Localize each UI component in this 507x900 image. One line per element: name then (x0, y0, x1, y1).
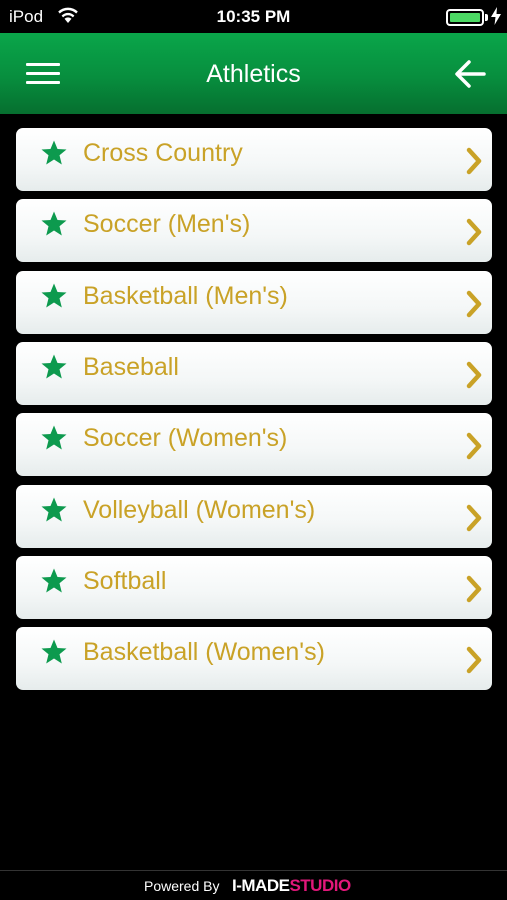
sport-label: Soccer (Men's) (83, 210, 251, 238)
star-icon (41, 140, 67, 165)
sport-list-item[interactable]: Softball (16, 556, 492, 619)
chevron-right-icon (466, 147, 482, 175)
sport-list-item[interactable]: Basketball (Men's) (16, 271, 492, 334)
sport-label: Soccer (Women's) (83, 424, 288, 452)
star-icon (41, 639, 67, 664)
sport-list-item[interactable]: Basketball (Women's) (16, 627, 492, 690)
chevron-right-icon (466, 646, 482, 674)
brand-name-part2: STUDIO (289, 876, 351, 895)
sport-label: Softball (83, 567, 167, 595)
charging-bolt-icon (491, 7, 501, 25)
star-icon (41, 283, 67, 308)
chevron-right-icon (466, 575, 482, 603)
chevron-right-icon (466, 290, 482, 318)
status-bar: iPod 10:35 PM (0, 0, 507, 33)
chevron-right-icon (466, 361, 482, 389)
battery-icon (446, 9, 484, 26)
brand-name-part1: I-MADE (232, 876, 290, 895)
sport-list-item[interactable]: Volleyball (Women's) (16, 485, 492, 548)
sport-label: Cross Country (83, 139, 243, 167)
powered-by-label: Powered By (144, 878, 220, 894)
sport-label: Volleyball (Women's) (83, 496, 316, 524)
navigation-bar: Athletics (0, 33, 507, 114)
sport-list-item[interactable]: Soccer (Women's) (16, 413, 492, 476)
sport-label: Basketball (Women's) (83, 638, 325, 666)
sport-list-item[interactable]: Soccer (Men's) (16, 199, 492, 262)
brand-logo[interactable]: I-MADESTUDIO (232, 876, 351, 896)
sport-label: Basketball (Men's) (83, 282, 288, 310)
chevron-right-icon (466, 432, 482, 460)
sport-list-item[interactable]: Baseball (16, 342, 492, 405)
sport-label: Baseball (83, 353, 179, 381)
star-icon (41, 568, 67, 593)
star-icon (41, 497, 67, 522)
page-title: Athletics (206, 60, 301, 88)
chevron-right-icon (466, 218, 482, 246)
footer: Powered By I-MADESTUDIO (0, 870, 507, 900)
sport-list-item[interactable]: Cross Country (16, 128, 492, 191)
star-icon (41, 354, 67, 379)
back-arrow-icon[interactable] (454, 59, 486, 89)
battery-tip (485, 14, 488, 21)
star-icon (41, 211, 67, 236)
star-icon (41, 425, 67, 450)
chevron-right-icon (466, 504, 482, 532)
clock-label: 10:35 PM (216, 7, 291, 26)
